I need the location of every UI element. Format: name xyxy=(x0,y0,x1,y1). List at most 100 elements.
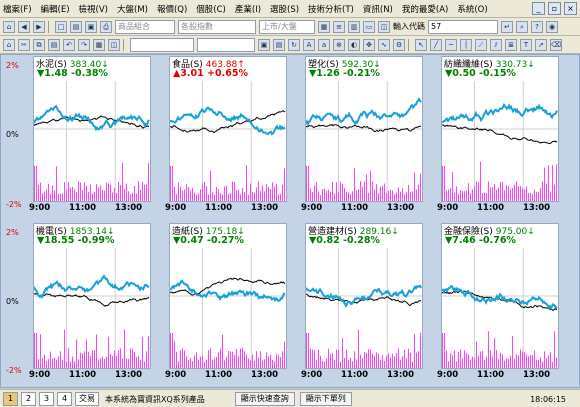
volume-bar xyxy=(258,357,259,368)
volume-bar xyxy=(112,192,113,201)
sector-panel[interactable]: 水泥(S) 383.40↓ ▼1.48 -0.38% xyxy=(33,56,151,202)
menu-file[interactable]: 檔案(F) xyxy=(3,3,32,15)
volume-bar xyxy=(496,189,497,201)
move-icon[interactable]: ✥ xyxy=(363,38,375,51)
vline-icon[interactable]: │ xyxy=(460,38,472,51)
forward-icon[interactable]: ▶ xyxy=(33,20,45,33)
pointer-icon[interactable]: ↖ xyxy=(415,38,427,51)
code-input[interactable]: 57 xyxy=(428,19,498,34)
channel-icon[interactable]: ⫽ xyxy=(490,38,502,51)
sector-panel[interactable]: 紡織纖維(S) 330.73↓ ▼0.50 -0.15% xyxy=(441,56,559,202)
axis-mid-label: 0% xyxy=(6,297,19,306)
table-icon[interactable]: ▤ xyxy=(273,38,285,51)
menu-technical[interactable]: 技術分析(T) xyxy=(308,3,354,15)
volume-bar xyxy=(368,349,369,368)
sector-panel[interactable]: 金融保險(S) 975.00↓ ▼7.46 -0.76% xyxy=(441,223,559,369)
draw-line-icon[interactable]: ╱ xyxy=(430,38,442,51)
menu-system[interactable]: 系統(O) xyxy=(457,3,487,15)
volume-bar xyxy=(206,359,207,368)
menu-industry[interactable]: 產業(I) xyxy=(235,3,261,15)
volume-bar xyxy=(524,352,525,368)
new-icon[interactable]: □ xyxy=(55,20,67,33)
volume-bar xyxy=(448,361,449,368)
volume-bar xyxy=(58,356,59,368)
refresh-icon[interactable]: ↻ xyxy=(288,38,300,51)
menu-screen[interactable]: 選股(S) xyxy=(270,3,299,15)
zoom-icon[interactable]: ⊕ xyxy=(333,38,345,51)
split-icon[interactable]: ◫ xyxy=(108,38,120,51)
menu-news[interactable]: 資訊(N) xyxy=(363,3,393,15)
menu-edit[interactable]: 編輯(E) xyxy=(41,3,70,15)
quick-query-button[interactable]: 顯示快速查詢 xyxy=(234,392,295,406)
page-tab-4[interactable]: 4 xyxy=(57,392,72,406)
volume-bar xyxy=(494,338,495,368)
page-tab-3[interactable]: 3 xyxy=(39,392,54,406)
fib-icon[interactable]: ≣ xyxy=(505,38,517,51)
restore-icon[interactable]: ▫ xyxy=(548,2,561,15)
menu-market[interactable]: 大盤(M) xyxy=(117,3,148,15)
help-icon[interactable]: ? xyxy=(531,20,543,33)
calendar-icon[interactable]: ▣ xyxy=(258,38,270,51)
indicator-icon[interactable]: ∿ xyxy=(378,38,390,51)
arrow-icon[interactable]: ➚ xyxy=(535,38,547,51)
order-bar-button[interactable]: 顯示下單列 xyxy=(299,392,352,406)
print-icon[interactable]: ⎙ xyxy=(100,20,112,33)
volume-bar xyxy=(326,190,327,201)
volume-bar xyxy=(282,351,283,368)
market-combo[interactable]: 上市/大盤 xyxy=(259,19,315,34)
trend-icon[interactable]: ⟋ xyxy=(475,38,487,51)
sector-panel[interactable]: 機電(S) 1853.14↓ ▼18.55 -0.99% xyxy=(33,223,151,369)
portfolio-combo[interactable]: 商品組合 xyxy=(115,19,175,34)
volume-bar xyxy=(356,190,357,201)
tile-icon[interactable]: ◫ xyxy=(378,20,390,33)
volume-bar xyxy=(384,360,385,368)
menu-view[interactable]: 檢視(V) xyxy=(79,3,108,15)
trade-tab[interactable]: 交易 xyxy=(75,392,99,406)
hline-icon[interactable]: ─ xyxy=(445,38,457,51)
menu-quote[interactable]: 報價(Q) xyxy=(157,3,187,15)
paste-icon[interactable]: ▤ xyxy=(48,38,60,51)
chart-icon[interactable]: ▥ xyxy=(348,20,360,33)
volume-bar xyxy=(466,353,467,368)
redo-icon[interactable]: ↷ xyxy=(78,38,90,51)
layout-icon[interactable]: ▦ xyxy=(93,38,105,51)
minimize-icon[interactable]: _ xyxy=(532,2,545,15)
page-tab-2[interactable]: 2 xyxy=(21,392,36,406)
settings-icon[interactable]: ⚙ xyxy=(393,38,405,51)
volume-bar xyxy=(78,181,79,201)
home-icon[interactable]: ⌂ xyxy=(3,20,15,33)
copy-icon[interactable]: ⧉ xyxy=(33,38,45,51)
sector-panel[interactable]: 食品(S) 463.88↑ ▲3.01 +0.65% xyxy=(169,56,287,202)
font-small-icon[interactable]: a xyxy=(318,38,330,51)
close-icon[interactable]: × xyxy=(564,2,577,15)
open-icon[interactable]: ▤ xyxy=(70,20,82,33)
undo-icon[interactable]: ↶ xyxy=(63,38,75,51)
index-combo[interactable]: 各股指數 xyxy=(178,19,256,34)
page-tab-1[interactable]: 1 xyxy=(3,392,18,406)
volume-bar xyxy=(76,192,77,201)
sector-panel[interactable]: 塑化(S) 592.30↓ ▼1.26 -0.21% xyxy=(305,56,423,202)
period-combo[interactable] xyxy=(197,37,255,52)
list-icon[interactable]: ≡ xyxy=(333,20,345,33)
back-icon[interactable]: ◀ xyxy=(18,20,30,33)
home-small-icon[interactable]: ⌂ xyxy=(3,38,15,51)
font-large-icon[interactable]: A xyxy=(303,38,315,51)
color-icon[interactable]: ◐ xyxy=(348,38,360,51)
volume-bar xyxy=(280,357,281,368)
cut-icon[interactable]: ✂ xyxy=(18,38,30,51)
menu-stock[interactable]: 個股(C) xyxy=(196,3,226,15)
window-icon[interactable]: ▭ xyxy=(363,20,375,33)
sector-panel[interactable]: 造紙(S) 175.18↓ ▼0.47 -0.27% xyxy=(169,223,287,369)
volume-bar xyxy=(450,353,451,368)
menu-favorites[interactable]: 我的最愛(A) xyxy=(402,3,448,15)
text-icon[interactable]: T xyxy=(520,38,532,51)
save-icon[interactable]: ▣ xyxy=(85,20,97,33)
style-combo[interactable] xyxy=(130,37,194,52)
volume-bar xyxy=(492,356,493,368)
volume-bar xyxy=(110,353,111,368)
go-icon[interactable]: ↵ xyxy=(501,20,513,33)
grid-icon[interactable]: ▦ xyxy=(318,20,330,33)
sector-panel[interactable]: 營造建材(S) 289.16↓ ▼0.82 -0.28% xyxy=(305,223,423,369)
eraser-icon[interactable]: ⌫ xyxy=(550,38,562,51)
search-icon[interactable]: ⌕ xyxy=(516,20,528,33)
